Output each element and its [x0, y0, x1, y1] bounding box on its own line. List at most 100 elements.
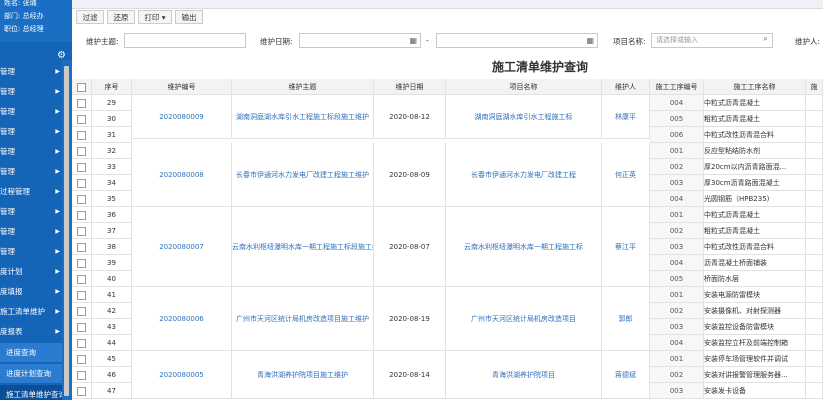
row-checkbox[interactable] — [77, 130, 86, 140]
row-select[interactable] — [72, 319, 92, 335]
row-checkbox[interactable] — [77, 338, 86, 348]
project-input[interactable]: 请选择或输入 ⌕ — [651, 33, 773, 48]
maintainer-link[interactable]: 蒋德斌 — [602, 351, 650, 399]
project-name-link[interactable]: 长春市伊通河水力发电厂改建工程 — [446, 143, 602, 207]
row-checkbox[interactable] — [77, 274, 86, 284]
topic-input[interactable] — [124, 33, 246, 48]
restore-button[interactable]: 还原 — [107, 10, 135, 24]
chevron-right-icon: ▶ — [55, 248, 60, 255]
row-select[interactable] — [72, 303, 92, 319]
column-header[interactable]: 序号 — [92, 79, 132, 95]
topic-label: 维护主题: — [86, 37, 119, 46]
row-checkbox[interactable] — [77, 242, 86, 252]
sidebar-item-label: 管理 — [0, 247, 15, 256]
row-number: 40 — [92, 271, 132, 287]
row-select[interactable] — [72, 335, 92, 351]
step-name: 厚30cm沥青路面混凝土 — [704, 175, 806, 191]
row-select[interactable] — [72, 111, 92, 127]
maintainer-link[interactable]: 何正英 — [602, 143, 650, 207]
project-name-link[interactable]: 广州市天河区统计局机房改造项目 — [446, 287, 602, 351]
trailing-cell — [806, 335, 823, 351]
row-checkbox[interactable] — [77, 290, 86, 300]
row-select[interactable] — [72, 143, 92, 159]
column-header[interactable]: 维护编号 — [132, 79, 232, 95]
row-checkbox[interactable] — [77, 370, 86, 380]
chevron-right-icon: ▶ — [55, 308, 60, 315]
row-select[interactable] — [72, 175, 92, 191]
row-number: 42 — [92, 303, 132, 319]
maintainer-link[interactable]: 蔡江平 — [602, 207, 650, 287]
row-select[interactable] — [72, 239, 92, 255]
column-header[interactable]: 施工工序名称 — [704, 79, 806, 95]
step-name: 安装电源防雷模块 — [704, 287, 806, 303]
row-checkbox[interactable] — [77, 354, 86, 364]
header-select-all[interactable] — [72, 79, 92, 95]
row-checkbox[interactable] — [77, 226, 86, 236]
maint-topic-link[interactable]: 长春市伊通河水力发电厂改建工程施工维护 — [232, 143, 374, 207]
row-number: 32 — [92, 143, 132, 159]
user-position: 职位: 总经理 — [4, 25, 44, 33]
step-name: 安装摄像机、对射探测器 — [704, 303, 806, 319]
search-icon[interactable]: ⌕ — [763, 33, 768, 46]
row-select[interactable] — [72, 287, 92, 303]
maint-code-link[interactable]: 2020080005 — [132, 351, 232, 399]
maint-code-link[interactable]: 2020080009 — [132, 95, 232, 139]
row-checkbox[interactable] — [77, 386, 86, 396]
column-header[interactable]: 维护主题 — [232, 79, 374, 95]
column-header[interactable]: 施 — [806, 79, 823, 95]
calendar-icon[interactable]: ▦ — [409, 34, 417, 47]
trailing-cell — [806, 175, 823, 191]
row-checkbox[interactable] — [77, 258, 86, 268]
date-end-input[interactable]: ▦ — [436, 33, 598, 48]
row-select[interactable] — [72, 159, 92, 175]
sidebar-scrollbar-thumb[interactable] — [64, 66, 69, 396]
row-select[interactable] — [72, 271, 92, 287]
sidebar-item-label: 管理 — [0, 167, 15, 176]
row-checkbox[interactable] — [77, 146, 86, 156]
row-select[interactable] — [72, 127, 92, 143]
print-button[interactable]: 打印 ▾ — [138, 10, 172, 24]
calendar-icon[interactable]: ▦ — [586, 34, 594, 47]
sidebar-scrollbar[interactable] — [62, 60, 72, 400]
select-all-checkbox[interactable] — [77, 82, 86, 92]
maintainer-link[interactable]: 郭郎 — [602, 287, 650, 351]
filter-button[interactable]: 过滤 — [76, 10, 104, 24]
row-select[interactable] — [72, 191, 92, 207]
maintainer-link[interactable]: 林康平 — [602, 95, 650, 139]
project-name-link[interactable]: 青海洪湖养护院项目 — [446, 351, 602, 399]
row-select[interactable] — [72, 367, 92, 383]
maint-code-link[interactable]: 2020080008 — [132, 143, 232, 207]
trailing-cell — [806, 271, 823, 287]
sidebar-item-label: 管理 — [0, 67, 15, 76]
maint-code-link[interactable]: 2020080006 — [132, 287, 232, 351]
column-header[interactable]: 维护日期 — [374, 79, 446, 95]
row-checkbox[interactable] — [77, 178, 86, 188]
maint-topic-link[interactable]: 云南水利枢纽瀑明水库一期工程施工标段施工维护 — [232, 207, 374, 287]
row-checkbox[interactable] — [77, 114, 86, 124]
column-header[interactable]: 施工工序编号 — [650, 79, 704, 95]
maint-topic-link[interactable]: 湖南洞庭湖水库引水工程施工标段施工维护 — [232, 95, 374, 139]
row-select[interactable] — [72, 255, 92, 271]
maint-date: 2020-08-14 — [374, 351, 446, 399]
row-select[interactable] — [72, 383, 92, 399]
column-header[interactable]: 项目名称 — [446, 79, 602, 95]
project-name-link[interactable]: 湖南洞庭湖水库引水工程施工标 — [446, 95, 602, 139]
row-select[interactable] — [72, 95, 92, 111]
project-name-link[interactable]: 云南水利枢纽瀑明水库一期工程施工标 — [446, 207, 602, 287]
chevron-right-icon: ▶ — [55, 188, 60, 195]
row-checkbox[interactable] — [77, 210, 86, 220]
row-select[interactable] — [72, 207, 92, 223]
export-button[interactable]: 输出 — [175, 10, 203, 24]
date-start-input[interactable]: ▦ — [299, 33, 421, 48]
column-header[interactable]: 维护人 — [602, 79, 650, 95]
maint-code-link[interactable]: 2020080007 — [132, 207, 232, 287]
row-checkbox[interactable] — [77, 322, 86, 332]
maint-topic-link[interactable]: 广州市天河区统计局机房改造项目施工维护 — [232, 287, 374, 351]
row-select[interactable] — [72, 223, 92, 239]
row-select[interactable] — [72, 351, 92, 367]
row-checkbox[interactable] — [77, 306, 86, 316]
maint-topic-link[interactable]: 青海洪湖养护院项目施工维护 — [232, 351, 374, 399]
row-checkbox[interactable] — [77, 194, 86, 204]
row-checkbox[interactable] — [77, 98, 86, 108]
row-checkbox[interactable] — [77, 162, 86, 172]
